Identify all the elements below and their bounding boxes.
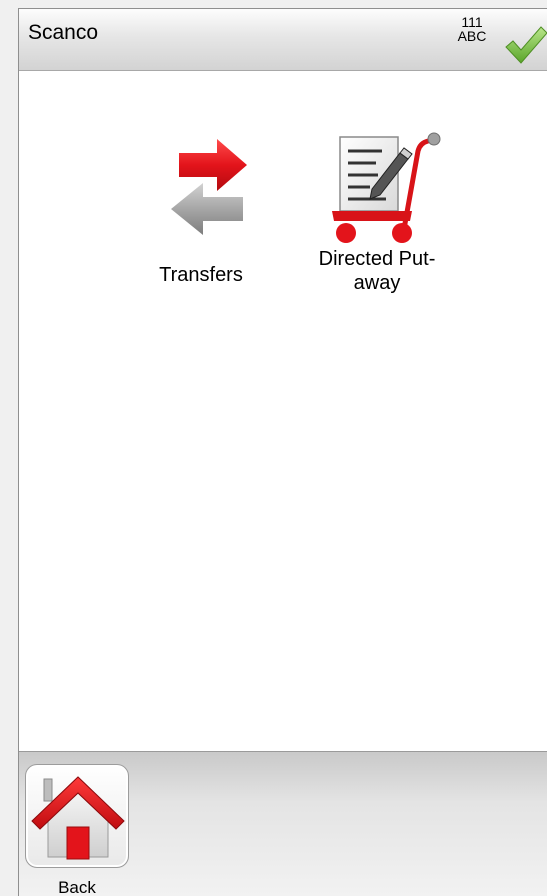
back-button[interactable] <box>25 764 129 868</box>
status-line-2: ABC <box>457 28 487 44</box>
menu-item-transfers[interactable]: Transfers <box>141 127 261 297</box>
menu-item-label-line-1: Directed Put- <box>318 248 436 270</box>
bottom-toolbar: Back <box>19 751 547 896</box>
title-bar: Scanco 111 ABC <box>19 9 547 71</box>
menu-item-label: Transfers <box>159 264 243 286</box>
status-line-1: 111 <box>461 14 483 30</box>
app-title: Scanco <box>28 21 99 44</box>
check-icon[interactable] <box>503 25 547 65</box>
menu-item-directed-putaway[interactable]: Directed Put- away <box>303 121 451 297</box>
menu-area: Transfers Directed Put- away <box>19 71 547 751</box>
app-screen: Scanco 111 ABC Transfers Directed Put- a… <box>18 8 547 896</box>
clipboard-cart-icon <box>332 132 441 243</box>
status-indicator: 111 ABC <box>447 15 497 43</box>
home-icon <box>31 776 125 860</box>
back-label: Back <box>58 878 96 896</box>
menu-item-label-line-2: away <box>353 272 401 294</box>
transfer-arrows-icon <box>171 139 247 235</box>
